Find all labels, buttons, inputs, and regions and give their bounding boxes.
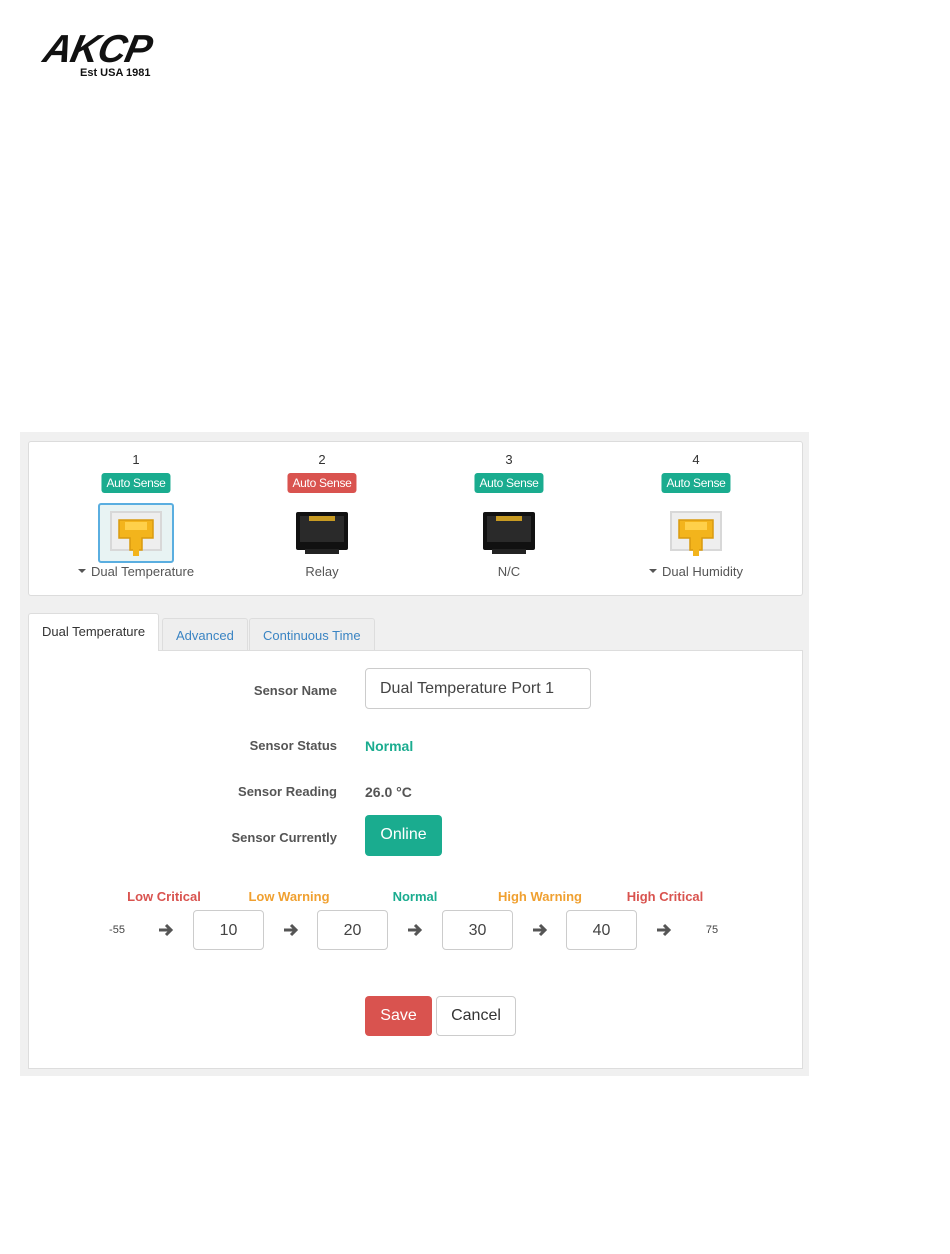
sensor-name-label: Sensor Name	[253, 683, 337, 698]
port-3[interactable]: 3 Auto Sense N/C	[449, 442, 569, 592]
port-jack[interactable]	[471, 503, 547, 563]
arrow-right-icon	[284, 923, 299, 937]
akcp-logo: AKCP Est USA 1981	[39, 28, 192, 84]
port-2[interactable]: 2 Auto Sense Relay	[262, 442, 382, 592]
tab-advanced[interactable]: Advanced	[162, 618, 248, 651]
port-number: 4	[692, 452, 700, 467]
caret-down-icon	[77, 568, 86, 573]
cancel-button[interactable]: Cancel	[436, 996, 516, 1036]
low-critical-threshold-input[interactable]: 10	[193, 910, 264, 950]
port-label[interactable]: Dual Temperature	[36, 564, 236, 579]
logo-subtitle: Est USA 1981	[80, 67, 151, 79]
port-label: N/C	[497, 564, 521, 579]
port-number: 1	[132, 452, 140, 467]
high-critical-label: High Critical	[626, 889, 704, 904]
auto-sense-badge: Auto Sense	[474, 473, 544, 493]
port-jack[interactable]	[658, 503, 734, 563]
logo-word: AKCP	[39, 28, 156, 71]
sensor-currently-label: Sensor Currently	[231, 830, 337, 845]
sensor-reading-value: 26.0 °C	[365, 784, 412, 800]
auto-sense-badge: Auto Sense	[287, 473, 357, 493]
normal-label: Normal	[392, 889, 438, 904]
save-button[interactable]: Save	[365, 996, 432, 1036]
threshold-max-value: 75	[705, 924, 719, 936]
low-warning-label: Low Warning	[248, 889, 330, 904]
port-number: 2	[318, 452, 326, 467]
arrow-right-icon	[533, 923, 548, 937]
plugged-rj45-icon	[110, 511, 162, 556]
port-number: 3	[505, 452, 513, 467]
high-warning-label: High Warning	[497, 889, 583, 904]
auto-sense-badge: Auto Sense	[661, 473, 731, 493]
sensor-name-input[interactable]: Dual Temperature Port 1	[365, 668, 591, 709]
low-warning-threshold-input[interactable]: 20	[317, 910, 388, 950]
threshold-min-value: -55	[109, 924, 125, 936]
low-critical-label: Low Critical	[127, 889, 201, 904]
high-warning-threshold-input[interactable]: 30	[442, 910, 513, 950]
port-1[interactable]: 1 Auto Sense Dual Temperature	[76, 442, 196, 592]
tab-dual-temperature[interactable]: Dual Temperature	[28, 613, 160, 651]
port-label[interactable]: Dual Humidity	[596, 564, 796, 579]
port-jack-selected[interactable]	[98, 503, 174, 563]
port-label: Relay	[305, 564, 339, 579]
arrow-right-icon	[408, 923, 423, 937]
sensor-status-value: Normal	[365, 738, 414, 754]
port-jack[interactable]	[284, 503, 360, 563]
plugged-rj45-icon	[670, 511, 722, 556]
online-button[interactable]: Online	[365, 815, 442, 856]
arrow-right-icon	[657, 923, 672, 937]
sensor-status-label: Sensor Status	[249, 738, 337, 753]
high-critical-threshold-input[interactable]: 40	[566, 910, 637, 950]
empty-rj45-icon	[296, 512, 348, 554]
auto-sense-badge: Auto Sense	[101, 473, 171, 493]
tab-continuous-time[interactable]: Continuous Time	[249, 618, 375, 651]
sensor-reading-label: Sensor Reading	[238, 784, 337, 799]
empty-rj45-icon	[483, 512, 535, 554]
ports-box: 1 Auto Sense Dual Temperature 2 Auto Sen…	[28, 441, 803, 596]
arrow-right-icon	[159, 923, 174, 937]
port-4[interactable]: 4 Auto Sense Dual Humidity	[636, 442, 756, 592]
caret-down-icon	[649, 568, 658, 573]
